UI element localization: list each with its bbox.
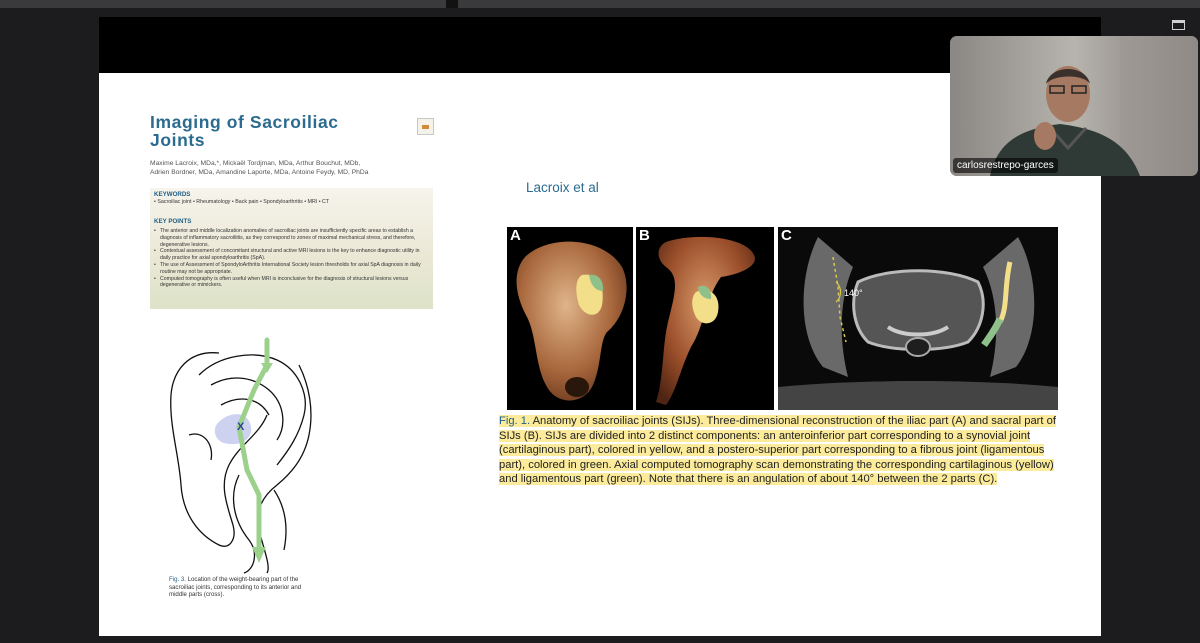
fig3-label: Fig. 3.: [169, 576, 186, 583]
fig1-caption-text: Anatomy of sacroiliac joints (SIJs). Thr…: [499, 415, 1056, 486]
keywords-heading: KEYWORDS: [154, 191, 191, 198]
participant-video-frame: [950, 36, 1198, 176]
fig1-highlight: Fig. 1. Anatomy of sacroiliac joints (SI…: [499, 415, 1056, 486]
keypoints-heading: KEY POINTS: [154, 218, 192, 225]
panel-label-a: A: [510, 227, 521, 244]
paper-authors: Maxime Lacroix, MDa,*, Mickaël Tordjman,…: [150, 159, 440, 177]
authors-line-1: Maxime Lacroix, MDa,*, Mickaël Tordjman,…: [150, 160, 361, 167]
keypoints-list: The anterior and middle localization ano…: [154, 228, 429, 289]
iliac-3d-reconstruction: [516, 241, 627, 401]
panel-label-b: B: [639, 227, 650, 244]
keypoints-box: KEYWORDS • Sacroiliac joint • Rheumatolo…: [150, 188, 433, 309]
diagram-cross-marker: X: [237, 421, 245, 433]
fig1-caption: Fig. 1. Anatomy of sacroiliac joints (SI…: [499, 414, 1059, 487]
paper-title: Imaging of Sacroiliac Joints: [150, 112, 339, 150]
top-window-strip: [0, 0, 1200, 8]
panel-label-c: C: [781, 227, 792, 244]
sacral-3d-reconstruction: [656, 236, 755, 405]
figure-panel-c: 140° C: [778, 227, 1058, 410]
keypoint-item: The use of Assessment of SpondyloArthrit…: [154, 262, 429, 276]
keywords-list: • Sacroiliac joint • Rheumatology • Back…: [154, 199, 330, 205]
pelvis-weight-bearing-diagram: X: [170, 337, 312, 574]
keypoint-item: The anterior and middle localization ano…: [154, 228, 429, 248]
figure-panel-b: B: [636, 227, 774, 410]
top-strip-segment-left: [0, 0, 446, 8]
keypoint-item: Computed tomography is often useful when…: [154, 276, 429, 290]
top-strip-segment-right: [458, 0, 1200, 8]
crossmark-icon: [417, 118, 434, 135]
participant-name-label: carlosrestrepo-garces: [953, 158, 1058, 173]
participant-video-tile[interactable]: carlosrestrepo-garces: [950, 36, 1198, 176]
keypoint-item: Contextual assessment of concomitant str…: [154, 248, 429, 262]
slide-heading: Lacroix et al: [526, 180, 599, 195]
angle-annotation: 140°: [844, 288, 863, 298]
authors-line-2: Adrien Bordner, MDa, Amandine Laporte, M…: [150, 169, 369, 176]
fullscreen-icon[interactable]: [1172, 17, 1185, 30]
fig1-label: Fig. 1.: [499, 415, 531, 427]
figure-panel-a: A: [507, 227, 633, 410]
fig3-caption: Fig. 3. Location of the weight-bearing p…: [169, 576, 319, 599]
fig3-caption-text: Location of the weight-bearing part of t…: [169, 576, 302, 599]
axial-ct-scan: 140°: [778, 227, 1058, 410]
